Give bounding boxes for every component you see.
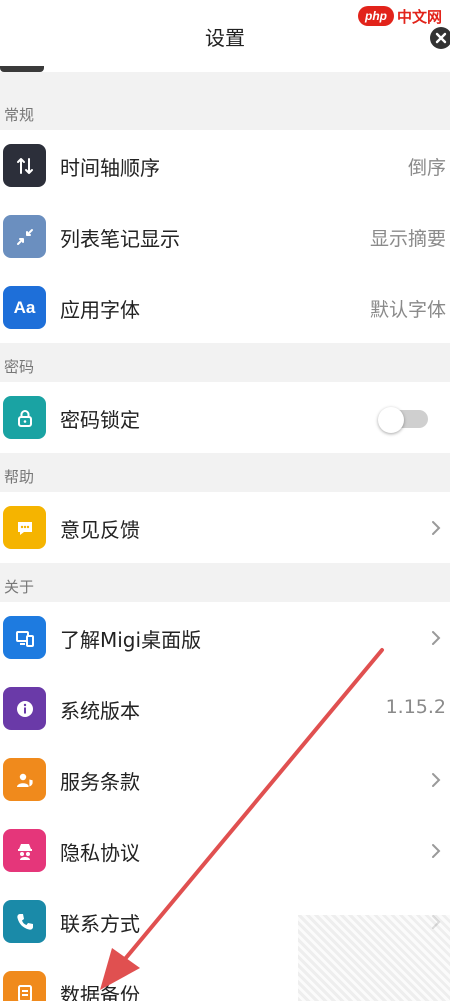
help-group: 意见反馈: [0, 492, 450, 563]
scroll-remnant: [0, 66, 44, 72]
watermark: php 中文网: [358, 5, 450, 27]
close-icon: [435, 32, 447, 44]
row-label: 服务条款: [60, 770, 140, 794]
collapse-icon: [3, 215, 46, 258]
password-group: 密码锁定: [0, 382, 450, 453]
row-label: 系统版本: [60, 699, 140, 723]
chevron-right-icon: [432, 631, 441, 645]
row-label: 密码锁定: [60, 408, 140, 432]
row-app-font[interactable]: Aa 应用字体 默认字体: [0, 272, 450, 343]
row-feedback[interactable]: 意见反馈: [0, 492, 450, 563]
section-label-general: 常规: [4, 106, 35, 124]
lock-icon: [3, 396, 46, 439]
row-label: 意见反馈: [60, 518, 140, 542]
chat-bubble-icon: [3, 506, 46, 549]
phone-icon: [3, 900, 46, 943]
version-value: 1.15.2: [385, 696, 446, 718]
privacy-icon: [3, 829, 46, 872]
chevron-right-icon: [432, 773, 441, 787]
chevron-right-icon: [432, 844, 441, 858]
row-label: 了解Migi桌面版: [60, 628, 202, 652]
devices-icon: [3, 616, 46, 659]
row-label: 数据备份: [60, 983, 140, 1001]
row-value: 倒序: [407, 157, 446, 179]
info-icon: [3, 687, 46, 730]
sort-arrows-icon: [3, 144, 46, 187]
row-password-lock: 密码锁定: [0, 382, 450, 453]
toggle-knob: [378, 407, 404, 433]
row-timeline-order[interactable]: 时间轴顺序 倒序: [0, 130, 450, 201]
password-lock-toggle[interactable]: [378, 407, 430, 433]
section-label-help: 帮助: [4, 468, 35, 486]
section-label-password: 密码: [4, 358, 35, 376]
font-icon: Aa: [3, 286, 46, 329]
watermark-text: 中文网: [397, 7, 443, 26]
row-label: 列表笔记显示: [60, 227, 180, 251]
row-list-display[interactable]: 列表笔记显示 显示摘要: [0, 201, 450, 272]
row-system-version: 系统版本 1.15.2: [0, 673, 450, 744]
row-terms[interactable]: 服务条款: [0, 744, 450, 815]
close-button[interactable]: [430, 27, 450, 49]
section-label-about: 关于: [4, 578, 35, 596]
general-group: 时间轴顺序 倒序 列表笔记显示 显示摘要 Aa 应用字体 默认字体: [0, 130, 450, 343]
row-label: 联系方式: [60, 912, 140, 936]
noise-patch: [298, 915, 450, 1001]
backup-icon: [3, 971, 46, 1001]
row-label: 时间轴顺序: [60, 156, 160, 180]
row-about-migi[interactable]: 了解Migi桌面版: [0, 602, 450, 673]
row-value: 显示摘要: [369, 228, 446, 250]
row-value: 默认字体: [369, 299, 446, 321]
user-shield-icon: [3, 758, 46, 801]
row-label: 隐私协议: [60, 841, 140, 865]
chevron-right-icon: [432, 521, 441, 535]
watermark-logo: php: [358, 6, 394, 26]
row-label: 应用字体: [60, 298, 140, 322]
row-privacy[interactable]: 隐私协议: [0, 815, 450, 886]
